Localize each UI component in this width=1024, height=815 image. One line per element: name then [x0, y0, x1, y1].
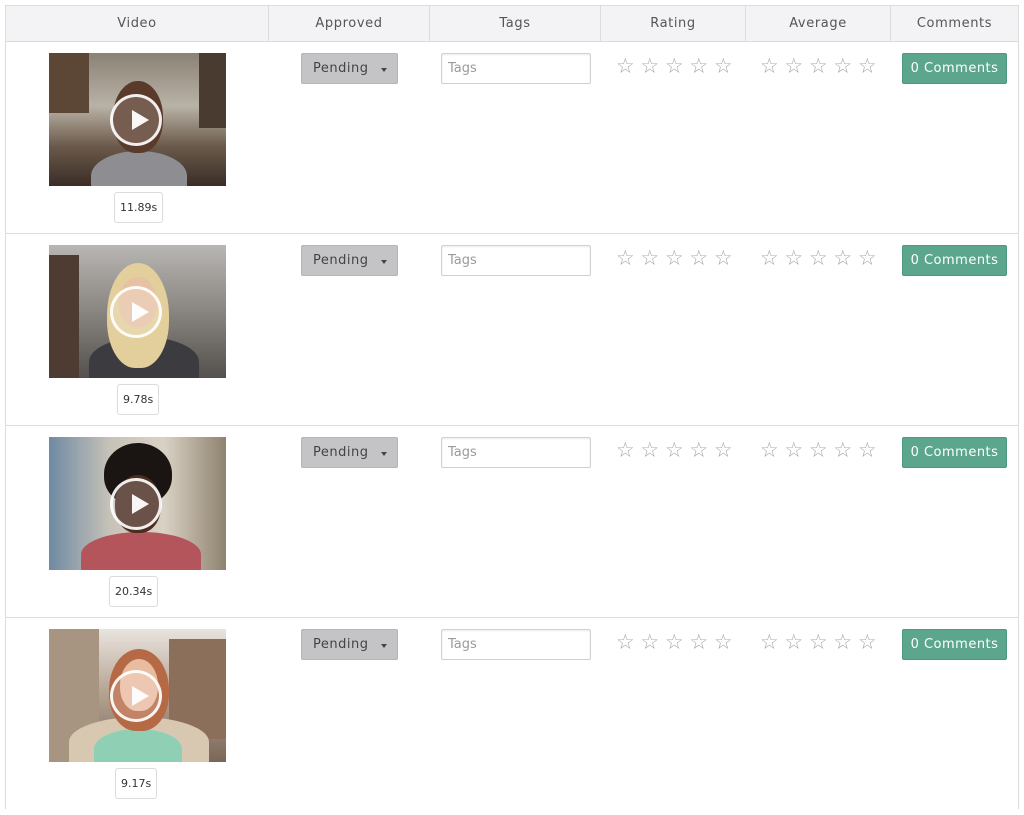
play-icon[interactable] [110, 478, 162, 530]
star-outline-icon[interactable]: ☆ [689, 248, 710, 269]
star-outline-icon: ☆ [808, 246, 828, 270]
star-outline-icon: ☆ [808, 438, 828, 462]
star-outline-icon: ☆ [833, 246, 853, 270]
star-outline-icon[interactable]: ☆ [640, 632, 661, 653]
star-outline-icon: ☆ [784, 54, 804, 78]
header-average[interactable]: Average [746, 6, 891, 41]
approval-status-select[interactable]: Pending [301, 245, 398, 276]
table-row: 20.34s Pending ☆ ☆ ☆ ☆ ☆ ☆ ☆ ☆ ☆ ☆ 0 Com… [6, 426, 1018, 618]
approval-status-value: Pending [313, 61, 369, 76]
duration-badge: 11.89s [114, 192, 164, 223]
star-outline-icon: ☆ [833, 54, 853, 78]
star-outline-icon: ☆ [808, 630, 828, 654]
average-stars: ☆ ☆ ☆ ☆ ☆ [759, 248, 878, 269]
video-thumbnail[interactable] [49, 437, 226, 570]
duration-badge: 9.78s [117, 384, 160, 415]
average-stars: ☆ ☆ ☆ ☆ ☆ [759, 632, 878, 653]
star-outline-icon[interactable]: ☆ [664, 632, 685, 653]
approval-status-value: Pending [313, 637, 369, 652]
rating-stars[interactable]: ☆ ☆ ☆ ☆ ☆ [615, 56, 734, 77]
approval-status-select[interactable]: Pending [301, 437, 398, 468]
caret-down-icon [381, 260, 387, 264]
rating-stars[interactable]: ☆ ☆ ☆ ☆ ☆ [615, 248, 734, 269]
table-row: 9.17s Pending ☆ ☆ ☆ ☆ ☆ ☆ ☆ ☆ ☆ ☆ 0 Comm… [6, 618, 1018, 809]
approval-status-value: Pending [313, 445, 369, 460]
star-outline-icon[interactable]: ☆ [640, 440, 661, 461]
caret-down-icon [381, 68, 387, 72]
header-rating[interactable]: Rating [601, 6, 746, 41]
table-row: 11.89s Pending ☆ ☆ ☆ ☆ ☆ ☆ ☆ ☆ ☆ ☆ 0 Com… [6, 42, 1018, 234]
video-thumbnail[interactable] [49, 245, 226, 378]
header-tags[interactable]: Tags [430, 6, 601, 41]
approval-status-select[interactable]: Pending [301, 53, 398, 84]
table-header: Video Approved Tags Rating Average Comme… [6, 6, 1018, 42]
star-outline-icon: ☆ [759, 630, 779, 654]
tags-input[interactable] [441, 53, 591, 84]
average-stars: ☆ ☆ ☆ ☆ ☆ [759, 56, 878, 77]
header-comments[interactable]: Comments [891, 6, 1018, 41]
star-outline-icon: ☆ [833, 630, 853, 654]
table-row: 9.78s Pending ☆ ☆ ☆ ☆ ☆ ☆ ☆ ☆ ☆ ☆ 0 Comm… [6, 234, 1018, 426]
star-outline-icon: ☆ [857, 630, 877, 654]
star-outline-icon[interactable]: ☆ [664, 56, 685, 77]
play-icon[interactable] [110, 286, 162, 338]
star-outline-icon[interactable]: ☆ [713, 248, 734, 269]
star-outline-icon[interactable]: ☆ [713, 632, 734, 653]
duration-badge: 9.17s [115, 768, 158, 799]
comments-button[interactable]: 0 Comments [902, 53, 1007, 84]
star-outline-icon[interactable]: ☆ [713, 440, 734, 461]
play-icon[interactable] [110, 670, 162, 722]
star-outline-icon: ☆ [759, 54, 779, 78]
rating-stars[interactable]: ☆ ☆ ☆ ☆ ☆ [615, 440, 734, 461]
star-outline-icon: ☆ [833, 438, 853, 462]
tags-input[interactable] [441, 245, 591, 276]
duration-badge: 20.34s [109, 576, 159, 607]
star-outline-icon[interactable]: ☆ [689, 632, 710, 653]
star-outline-icon[interactable]: ☆ [640, 248, 661, 269]
header-video[interactable]: Video [6, 6, 269, 41]
play-icon[interactable] [110, 94, 162, 146]
star-outline-icon[interactable]: ☆ [664, 248, 685, 269]
star-outline-icon: ☆ [808, 54, 828, 78]
star-outline-icon: ☆ [759, 438, 779, 462]
video-thumbnail[interactable] [49, 53, 226, 186]
star-outline-icon: ☆ [857, 438, 877, 462]
star-outline-icon: ☆ [857, 54, 877, 78]
approval-status-select[interactable]: Pending [301, 629, 398, 660]
star-outline-icon[interactable]: ☆ [615, 56, 636, 77]
tags-input[interactable] [441, 437, 591, 468]
approval-status-value: Pending [313, 253, 369, 268]
video-thumbnail[interactable] [49, 629, 226, 762]
star-outline-icon[interactable]: ☆ [615, 632, 636, 653]
comments-button[interactable]: 0 Comments [902, 629, 1007, 660]
star-outline-icon: ☆ [784, 438, 804, 462]
average-stars: ☆ ☆ ☆ ☆ ☆ [759, 440, 878, 461]
caret-down-icon [381, 452, 387, 456]
star-outline-icon: ☆ [784, 630, 804, 654]
caret-down-icon [381, 644, 387, 648]
star-outline-icon: ☆ [784, 246, 804, 270]
star-outline-icon[interactable]: ☆ [689, 56, 710, 77]
star-outline-icon[interactable]: ☆ [689, 440, 710, 461]
comments-button[interactable]: 0 Comments [902, 437, 1007, 468]
tags-input[interactable] [441, 629, 591, 660]
star-outline-icon[interactable]: ☆ [640, 56, 661, 77]
star-outline-icon[interactable]: ☆ [615, 248, 636, 269]
star-outline-icon[interactable]: ☆ [664, 440, 685, 461]
comments-button[interactable]: 0 Comments [902, 245, 1007, 276]
rating-stars[interactable]: ☆ ☆ ☆ ☆ ☆ [615, 632, 734, 653]
star-outline-icon[interactable]: ☆ [713, 56, 734, 77]
videos-table: Video Approved Tags Rating Average Comme… [5, 5, 1019, 809]
star-outline-icon: ☆ [857, 246, 877, 270]
header-approved[interactable]: Approved [269, 6, 430, 41]
star-outline-icon: ☆ [759, 246, 779, 270]
star-outline-icon[interactable]: ☆ [615, 440, 636, 461]
